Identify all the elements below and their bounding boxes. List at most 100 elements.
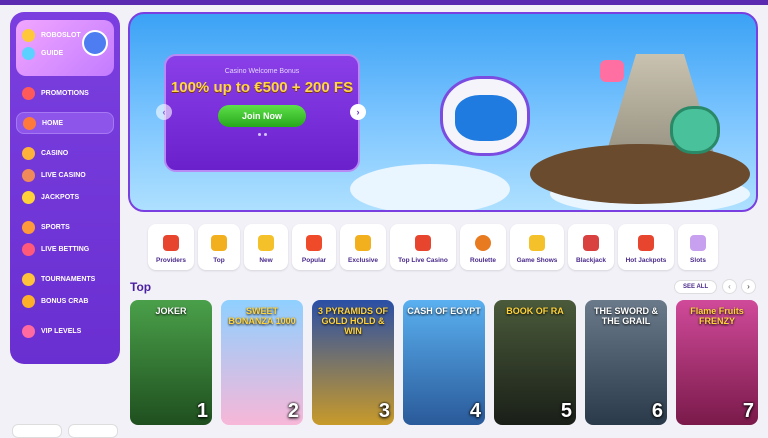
game-card[interactable]: JOKER 1: [130, 300, 212, 425]
rank-number: 6: [651, 400, 663, 422]
game-title: CASH OF EGYPT: [407, 306, 481, 316]
category-providers[interactable]: Providers: [148, 224, 194, 270]
game-card[interactable]: SWEET BONANZA 1000 2: [221, 300, 303, 425]
robot-mascot-icon: [82, 30, 108, 56]
category-label: Providers: [156, 257, 186, 264]
category-label: Top Live Casino: [398, 257, 448, 264]
sidebar-item-live-betting[interactable]: LIVE BETTING: [16, 238, 114, 260]
category-label: Game Shows: [516, 257, 558, 264]
rank-number: 3: [378, 400, 390, 422]
rank-number: 5: [560, 400, 572, 422]
join-now-button[interactable]: Join Now: [218, 105, 306, 127]
sidebar-item-label: CASINO: [41, 149, 69, 157]
section-title: Top: [130, 280, 152, 294]
coin-icon: [22, 28, 35, 42]
category-popular[interactable]: Popular: [292, 224, 336, 270]
jackpot-icon: [22, 190, 35, 204]
sidebar-item-label: TOURNAMENTS: [41, 275, 96, 283]
game-card[interactable]: Flame Fruits FRENZY 7: [676, 300, 758, 425]
carousel-dots: [166, 133, 358, 136]
sidebar-item-label: LIVE BETTING: [41, 245, 90, 253]
promo-card: Casino Welcome Bonus 100% up to €500 + 2…: [164, 54, 360, 172]
category-label: Roulette: [470, 257, 496, 264]
providers-icon: [163, 235, 179, 251]
games-next-button[interactable]: ›: [741, 279, 756, 294]
sidebar-item-home[interactable]: HOME: [16, 112, 114, 134]
game-title: BOOK OF RA: [506, 306, 564, 316]
bell-icon: [258, 235, 274, 251]
gem-icon: [355, 235, 371, 251]
sidebar-item-tournaments[interactable]: TOURNAMENTS: [16, 268, 114, 290]
vip-icon: [22, 324, 35, 338]
sidebar-item-label: BONUS CRAB: [41, 297, 89, 305]
game-card[interactable]: 3 PYRAMIDS OF GOLD HOLD & WIN 3: [312, 300, 394, 425]
category-blackjack[interactable]: Blackjack: [568, 224, 614, 270]
green-robot-illustration: [670, 106, 720, 154]
cards-icon: [22, 146, 35, 160]
sidebar-item-label: VIP LEVELS: [41, 327, 82, 335]
medal-icon: [211, 235, 227, 251]
sidebar-item-label: JACKPOTS: [41, 193, 80, 201]
guide-icon: [22, 46, 35, 60]
category-game-shows[interactable]: Game Shows: [510, 224, 564, 270]
pink-robot-illustration: [600, 60, 624, 82]
category-label: Top: [213, 257, 225, 264]
category-label: Exclusive: [348, 257, 378, 264]
carousel-dot[interactable]: [257, 133, 261, 136]
game-title: SWEET BONANZA 1000: [228, 306, 296, 326]
sidebar-item-sports[interactable]: SPORTS: [16, 216, 114, 238]
home-icon: [23, 116, 36, 130]
cards-icon: [583, 235, 599, 251]
hero-banner[interactable]: Casino Welcome Bonus 100% up to €500 + 2…: [128, 12, 758, 212]
sidebar-item-casino[interactable]: CASINO: [16, 142, 114, 164]
category-hot-jackpots[interactable]: Hot Jackpots: [618, 224, 674, 270]
see-all-button[interactable]: SEE ALL: [674, 280, 718, 294]
rank-number: 4: [469, 400, 481, 422]
sidebar-item-label: SPORTS: [41, 223, 70, 231]
carousel-next-button[interactable]: ›: [350, 104, 366, 120]
language-button[interactable]: [12, 424, 62, 438]
carousel-prev-button[interactable]: ‹: [156, 104, 172, 120]
robot-mascot-illustration: [440, 76, 530, 156]
game-card[interactable]: THE SWORD & THE GRAIL 6: [585, 300, 667, 425]
game-title: Flame Fruits FRENZY: [690, 306, 744, 326]
sidebar-item-live-casino[interactable]: LIVE CASINO: [16, 164, 114, 186]
game-card[interactable]: BOOK OF RA 5: [494, 300, 576, 425]
carousel-dot[interactable]: [263, 133, 267, 136]
category-exclusive[interactable]: Exclusive: [340, 224, 386, 270]
category-label: Hot Jackpots: [625, 257, 667, 264]
star-icon: [306, 235, 322, 251]
cloud-shape: [350, 164, 510, 210]
category-slots[interactable]: Slots: [678, 224, 718, 270]
games-prev-button[interactable]: ‹: [722, 279, 737, 294]
top-accent-bar: [0, 0, 768, 5]
roulette-icon: [475, 235, 491, 251]
game-card[interactable]: CASH OF EGYPT 4: [403, 300, 485, 425]
game-title: 3 PYRAMIDS OF GOLD HOLD & WIN: [317, 306, 388, 336]
sidebar-item-label: HOME: [42, 119, 63, 127]
gift-icon: [22, 86, 35, 100]
category-label: New: [259, 257, 273, 264]
sidebar-item-bonus-crab[interactable]: BONUS CRAB: [16, 290, 114, 312]
sidebar-item-promotions[interactable]: PROMOTIONS: [16, 82, 114, 104]
sidebar-brand-card[interactable]: ROBOSLOT GUIDE: [16, 20, 114, 76]
trophy-icon: [22, 272, 35, 286]
gameshow-icon: [529, 235, 545, 251]
category-top-live-casino[interactable]: Top Live Casino: [390, 224, 456, 270]
crab-icon: [22, 294, 35, 308]
category-new[interactable]: New: [244, 224, 288, 270]
ball-icon: [22, 220, 35, 234]
rank-number: 2: [287, 400, 299, 422]
guide-label: GUIDE: [41, 49, 64, 57]
category-roulette[interactable]: Roulette: [460, 224, 506, 270]
rank-number: 7: [742, 400, 754, 422]
seven-icon: [638, 235, 654, 251]
category-label: Popular: [301, 257, 327, 264]
sidebar-item-vip-levels[interactable]: VIP LEVELS: [16, 320, 114, 342]
promo-subtitle: Casino Welcome Bonus: [224, 68, 300, 75]
footer-button[interactable]: [68, 424, 118, 438]
sidebar-item-jackpots[interactable]: JACKPOTS: [16, 186, 114, 208]
sidebar-item-label: LIVE CASINO: [41, 171, 86, 179]
games-row: JOKER 1 SWEET BONANZA 1000 2 3 PYRAMIDS OF…: [130, 300, 760, 425]
category-top[interactable]: Top: [198, 224, 240, 270]
